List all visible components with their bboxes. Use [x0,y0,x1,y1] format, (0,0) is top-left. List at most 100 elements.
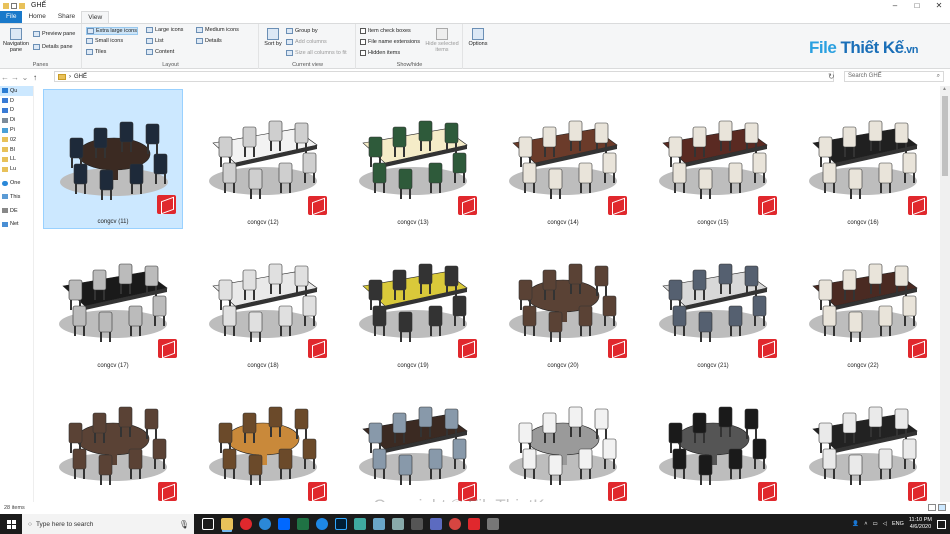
sidebar-item[interactable]: Bl [0,145,33,155]
refresh-icon[interactable]: ↻ [828,72,835,81]
app-icon[interactable] [449,518,461,530]
hidden-items-toggle[interactable]: Hidden items [360,50,400,56]
sidebar-item-quick-access[interactable]: Qu [0,86,33,96]
file-item[interactable]: congcv (24) [193,375,333,502]
clock[interactable]: 11:10 PM 4/6/2020 [909,517,932,531]
opera-icon[interactable] [240,518,252,530]
layout-small-icons[interactable]: Small icons [86,38,123,44]
notification-icon[interactable] [937,519,946,529]
folder-icon[interactable] [3,2,9,9]
file-item[interactable]: congcv (15) [643,89,783,229]
file-name-extensions-checkbox[interactable] [360,39,366,45]
tab-share[interactable]: Share [52,11,81,23]
file-item[interactable]: congcv (28) [793,375,933,502]
add-columns-button[interactable]: Add columns [286,39,327,45]
browser-icon[interactable] [316,518,328,530]
sidebar-item-this-pc[interactable]: This [0,192,33,202]
minimize-button[interactable]: – [884,0,906,11]
layout-extra-large-icons[interactable]: Extra large icons [86,27,138,35]
forward-icon[interactable]: → [10,73,20,82]
volume-icon[interactable]: ◁ [883,521,887,527]
sidebar-item[interactable]: Lu [0,164,33,174]
file-item[interactable]: congcv (22) [793,232,933,372]
file-item[interactable]: congcv (21) [643,232,783,372]
photos-icon[interactable] [373,518,385,530]
file-item[interactable]: congcv (26) [493,375,633,502]
sidebar-item[interactable]: D [0,96,33,106]
file-item[interactable]: congcv (12) [193,89,333,229]
sidebar-item[interactable]: LL [0,155,33,165]
file-item[interactable]: congcv (13) [343,89,483,229]
address-bar[interactable]: › GHẾ [54,71,834,82]
sidebar-item[interactable]: D [0,106,33,116]
chat-app-icon[interactable] [259,518,271,530]
search-input[interactable]: Search GHẾ ⌕ [844,71,944,82]
file-item[interactable]: congcv (14) [493,89,633,229]
hide-selected-items-button[interactable]: Hide selected items [423,26,461,53]
task-view-icon[interactable] [202,518,214,530]
size-columns-button[interactable]: Size all columns to fit [286,50,347,56]
layout-content[interactable]: Content [146,49,174,55]
file-item[interactable]: congcv (19) [343,232,483,372]
sidebar-item-network[interactable]: Net [0,220,33,230]
recent-chevron-icon[interactable]: ⌄ [20,73,30,82]
up-icon[interactable]: ↑ [30,73,40,82]
language-indicator[interactable]: ENG [892,521,904,527]
properties-icon[interactable] [11,2,17,9]
file-item[interactable]: congcv (17) [43,232,183,372]
chevron-up-icon[interactable]: ˄ [864,521,867,527]
sidebar-item[interactable]: 02 [0,135,33,145]
file-item[interactable]: congcv (16) [793,89,933,229]
tab-home[interactable]: Home [22,11,51,23]
large-icons-view-icon[interactable] [938,504,946,511]
back-icon[interactable]: ← [0,73,10,82]
layout-tiles[interactable]: Tiles [86,49,106,55]
layout-details[interactable]: Details [196,38,222,44]
layout-list[interactable]: List [146,38,164,44]
start-button[interactable] [0,514,22,534]
sidebar-item-onedrive[interactable]: One [0,178,33,188]
item-check-boxes-checkbox[interactable] [360,28,366,34]
calculator-icon[interactable] [411,518,423,530]
tab-file[interactable]: File [0,11,23,23]
layout-medium-icons[interactable]: Medium icons [196,27,239,33]
calculator-app-icon[interactable] [354,518,366,530]
file-explorer-icon[interactable] [221,518,233,530]
navigation-pane-button[interactable]: Navigation pane [2,26,30,53]
sketchup-icon[interactable] [468,518,480,530]
sidebar-item-drive[interactable]: DE [0,206,33,216]
close-button[interactable]: ✕ [928,0,950,11]
maximize-button[interactable]: □ [906,0,928,11]
vertical-scrollbar[interactable]: ▲ [940,86,950,502]
preview-pane-button[interactable]: Preview pane [33,31,75,37]
file-item[interactable]: congcv (23) [43,375,183,502]
people-icon[interactable]: 👤 [852,521,859,527]
breadcrumb-current[interactable]: GHẾ [74,74,87,80]
scroll-up-icon[interactable]: ▲ [942,86,947,92]
scrollbar-thumb[interactable] [942,96,948,176]
photoshop-icon[interactable] [335,518,347,530]
network-icon[interactable]: ▭ [873,521,878,527]
file-name-extensions-toggle[interactable]: File name extensions [360,39,420,45]
zalo-icon[interactable] [278,518,290,530]
media-icon[interactable] [430,518,442,530]
details-pane-button[interactable]: Details pane [33,44,73,50]
sidebar-item[interactable]: Pi [0,125,33,135]
file-item[interactable]: congcv (27) [643,375,783,502]
tab-view[interactable]: View [81,11,110,23]
sidebar-item[interactable]: Di [0,115,33,125]
file-item[interactable]: congcv (18) [193,232,333,372]
hidden-items-checkbox[interactable] [360,50,366,56]
excel-icon[interactable] [297,518,309,530]
file-item[interactable]: congcv (25) [343,375,483,502]
file-item[interactable]: congcv (20) [493,232,633,372]
app-icon[interactable] [487,518,499,530]
details-view-icon[interactable] [928,504,936,511]
file-item[interactable]: congcv (11) [43,89,183,229]
new-folder-icon[interactable] [19,2,25,9]
sort-by-button[interactable]: Sort by [263,26,283,47]
item-check-boxes-toggle[interactable]: Item check boxes [360,28,411,34]
taskbar-search[interactable]: ○ Type here to search 🎙 [22,514,194,534]
layout-large-icons[interactable]: Large icons [146,27,183,33]
options-button[interactable]: Options [466,26,490,47]
